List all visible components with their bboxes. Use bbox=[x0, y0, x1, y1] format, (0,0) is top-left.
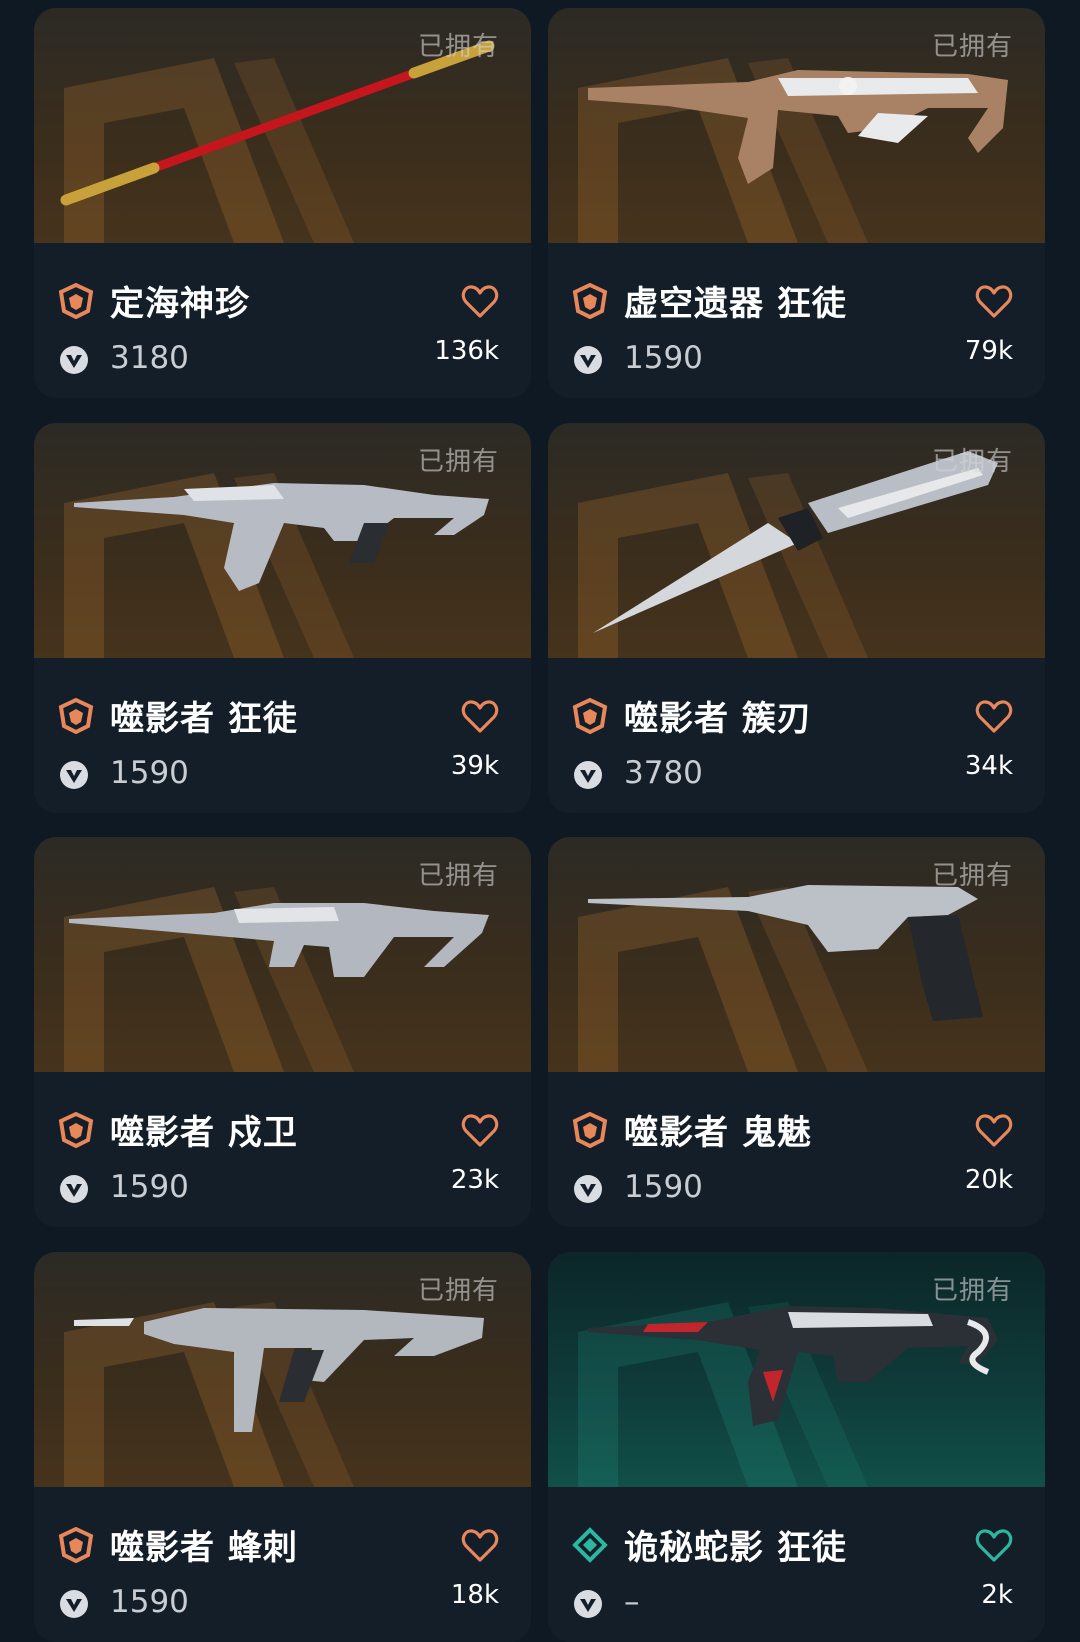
skin-price: 1590 bbox=[624, 340, 703, 376]
owned-label: 已拥有 bbox=[931, 861, 1013, 891]
like-count: 2k bbox=[981, 1580, 1013, 1610]
skin-price: 3780 bbox=[624, 755, 703, 791]
like-count: 18k bbox=[450, 1580, 499, 1610]
owned-label: 已拥有 bbox=[417, 447, 499, 477]
skin-price: 3180 bbox=[110, 340, 189, 376]
vp-currency-icon bbox=[574, 761, 602, 789]
skin-card[interactable]: 已拥有 诡秘蛇影 狂徒 – 2k bbox=[548, 1252, 1045, 1642]
skin-card[interactable]: 已拥有 定海神珍 3180 136k bbox=[34, 8, 531, 398]
skin-card[interactable]: 已拥有 噬影者 狂徒 1590 39k bbox=[34, 423, 531, 813]
skin-price: 1590 bbox=[110, 1169, 189, 1205]
skin-image: 已拥有 bbox=[548, 1252, 1045, 1487]
owned-label: 已拥有 bbox=[931, 1276, 1013, 1306]
like-count: 23k bbox=[450, 1165, 499, 1195]
skin-image: 已拥有 bbox=[34, 423, 531, 658]
like-count: 136k bbox=[434, 336, 499, 366]
orange-tier-icon bbox=[58, 283, 94, 319]
owned-label: 已拥有 bbox=[417, 861, 499, 891]
skin-price: – bbox=[624, 1584, 640, 1620]
skin-image: 已拥有 bbox=[34, 8, 531, 243]
vp-currency-icon bbox=[60, 1175, 88, 1203]
heart-icon[interactable] bbox=[461, 1113, 499, 1149]
heart-icon[interactable] bbox=[461, 1528, 499, 1564]
owned-label: 已拥有 bbox=[417, 32, 499, 62]
orange-tier-icon bbox=[572, 1112, 608, 1148]
skin-name: 噬影者 鬼魅 bbox=[624, 1113, 812, 1153]
orange-tier-icon bbox=[58, 698, 94, 734]
teal-tier-icon bbox=[572, 1527, 608, 1563]
skin-card[interactable]: 已拥有 噬影者 蜂刺 1590 18k bbox=[34, 1252, 531, 1642]
like-count: 20k bbox=[964, 1165, 1013, 1195]
heart-icon[interactable] bbox=[461, 699, 499, 735]
skin-card[interactable]: 已拥有 噬影者 簇刃 3780 34k bbox=[548, 423, 1045, 813]
skin-image: 已拥有 bbox=[548, 8, 1045, 243]
skin-card[interactable]: 已拥有 虚空遗器 狂徒 1590 79k bbox=[548, 8, 1045, 398]
skin-card[interactable]: 已拥有 噬影者 戍卫 1590 23k bbox=[34, 837, 531, 1227]
orange-tier-icon bbox=[572, 698, 608, 734]
skin-image: 已拥有 bbox=[548, 423, 1045, 658]
heart-icon[interactable] bbox=[975, 699, 1013, 735]
orange-tier-icon bbox=[58, 1527, 94, 1563]
skin-grid: 已拥有 定海神珍 3180 136k 已拥有 虚空遗器 狂徒 1590 79k … bbox=[0, 0, 1080, 1642]
vp-currency-icon bbox=[60, 1590, 88, 1618]
vp-currency-icon bbox=[574, 1175, 602, 1203]
owned-label: 已拥有 bbox=[931, 32, 1013, 62]
vp-currency-icon bbox=[574, 346, 602, 374]
like-count: 34k bbox=[964, 751, 1013, 781]
skin-name: 诡秘蛇影 狂徒 bbox=[624, 1528, 847, 1568]
skin-image: 已拥有 bbox=[34, 837, 531, 1072]
heart-icon[interactable] bbox=[975, 284, 1013, 320]
vp-currency-icon bbox=[60, 346, 88, 374]
owned-label: 已拥有 bbox=[417, 1276, 499, 1306]
orange-tier-icon bbox=[572, 283, 608, 319]
orange-tier-icon bbox=[58, 1112, 94, 1148]
heart-icon[interactable] bbox=[461, 284, 499, 320]
vp-currency-icon bbox=[60, 761, 88, 789]
like-count: 39k bbox=[450, 751, 499, 781]
skin-name: 噬影者 簇刃 bbox=[624, 699, 812, 739]
owned-label: 已拥有 bbox=[931, 447, 1013, 477]
skin-name: 定海神珍 bbox=[110, 284, 250, 324]
skin-name: 虚空遗器 狂徒 bbox=[624, 284, 847, 324]
skin-name: 噬影者 狂徒 bbox=[110, 699, 298, 739]
skin-card[interactable]: 已拥有 噬影者 鬼魅 1590 20k bbox=[548, 837, 1045, 1227]
like-count: 79k bbox=[964, 336, 1013, 366]
skin-image: 已拥有 bbox=[548, 837, 1045, 1072]
skin-price: 1590 bbox=[624, 1169, 703, 1205]
heart-icon[interactable] bbox=[975, 1113, 1013, 1149]
heart-icon[interactable] bbox=[975, 1528, 1013, 1564]
skin-name: 噬影者 戍卫 bbox=[110, 1113, 298, 1153]
skin-name: 噬影者 蜂刺 bbox=[110, 1528, 298, 1568]
skin-price: 1590 bbox=[110, 755, 189, 791]
skin-image: 已拥有 bbox=[34, 1252, 531, 1487]
vp-currency-icon bbox=[574, 1590, 602, 1618]
skin-price: 1590 bbox=[110, 1584, 189, 1620]
